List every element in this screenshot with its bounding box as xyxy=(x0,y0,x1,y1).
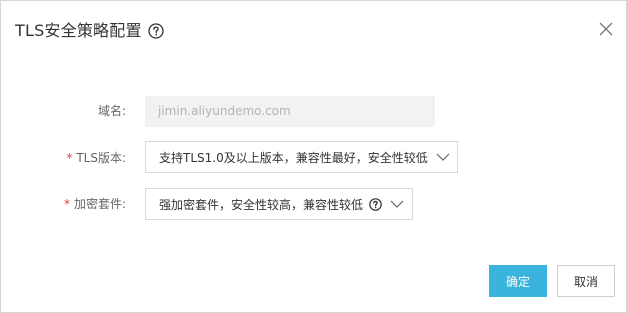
required-mark: * xyxy=(66,151,73,165)
help-circle-icon[interactable] xyxy=(369,197,382,211)
tls-version-value: 支持TLS1.0及以上版本，兼容性最好，安全性较低 xyxy=(159,150,428,165)
tls-version-select[interactable]: 支持TLS1.0及以上版本，兼容性最好，安全性较低 xyxy=(145,141,458,173)
cipher-suite-value: 强加密套件，安全性较高，兼容性较低 xyxy=(159,197,364,212)
close-icon[interactable] xyxy=(598,21,614,37)
tls-policy-dialog: TLS安全策略配置 域名: jimin.aliyundemo.com * TLS版… xyxy=(0,0,627,313)
help-circle-icon[interactable] xyxy=(148,23,164,39)
dialog-title: TLS安全策略配置 xyxy=(15,21,142,40)
dialog-header: TLS安全策略配置 xyxy=(15,20,164,42)
chevron-down-icon xyxy=(436,152,450,162)
chevron-down-icon xyxy=(390,199,404,209)
cipher-suite-select[interactable]: 强加密套件，安全性较高，兼容性较低 xyxy=(145,188,413,220)
cancel-button[interactable]: 取消 xyxy=(557,265,615,297)
required-mark: * xyxy=(63,197,70,211)
tls-version-label: * TLS版本: xyxy=(66,151,126,165)
cipher-suite-label: * 加密套件: xyxy=(63,197,126,211)
domain-field: jimin.aliyundemo.com xyxy=(145,96,435,127)
confirm-button[interactable]: 确定 xyxy=(489,265,547,297)
domain-label: 域名: xyxy=(97,104,126,118)
